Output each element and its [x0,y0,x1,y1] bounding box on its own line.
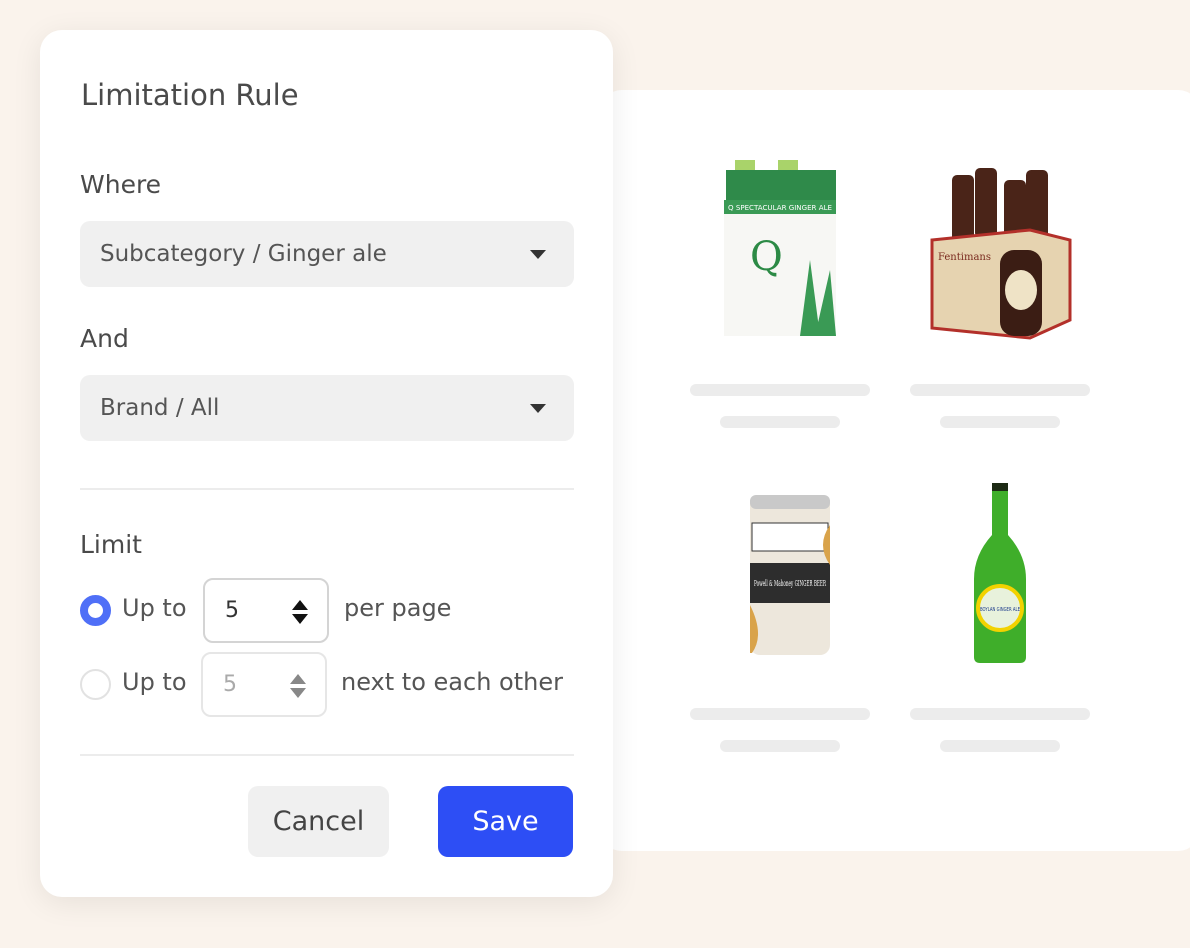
product-image-fentimans: Fentimans [930,168,1072,340]
divider [80,488,574,490]
skeleton-price [720,740,840,752]
svg-text:Q: Q [750,234,783,280]
product-lettering: BOYLAN GINGER ALE [980,607,1020,613]
product-lettering: Fentimans [938,252,991,263]
limitation-rule-dialog: Limitation Rule Where Subcategory / Ging… [40,30,613,897]
skeleton-price [940,740,1060,752]
stepper-arrows-icon[interactable] [289,672,307,700]
product-lettering: Q SPECTACULAR GINGER ALE [728,204,832,212]
divider [80,754,574,756]
option-prefix: Up to [122,668,187,696]
radio-next-to-each-other[interactable] [80,669,111,700]
save-button[interactable]: Save [438,786,573,857]
skeleton-title [690,708,870,720]
cancel-button[interactable]: Cancel [248,786,389,857]
stepper-value: 5 [223,672,237,697]
skeleton-title [690,384,870,396]
stepper-arrows-icon[interactable] [291,598,309,626]
option-suffix: next to each other [341,668,563,696]
product-image-powell-mahoney: Powell & Mahoney GINGER BEER [750,495,830,655]
dialog-title: Limitation Rule [81,78,299,112]
chevron-down-icon [530,250,546,259]
next-to-each-other-stepper[interactable]: 5 [201,652,327,717]
chevron-down-icon [530,404,546,413]
radio-per-page[interactable] [80,595,111,626]
skeleton-title [910,708,1090,720]
where-select[interactable]: Subcategory / Ginger ale [80,221,574,287]
product-lettering: Powell & Mahoney GINGER BEER [754,579,827,588]
option-prefix: Up to [122,594,187,622]
and-select[interactable]: Brand / All [80,375,574,441]
and-label: And [80,324,129,353]
limit-label: Limit [80,530,142,559]
skeleton-title [910,384,1090,396]
option-suffix: per page [344,594,452,622]
product-image-boylan: BOYLAN GINGER ALE [974,483,1026,663]
per-page-stepper[interactable]: 5 [203,578,329,643]
product-grid-card: Q Q SPECTACULAR GINGER ALE Fentimans Pow… [600,90,1190,851]
where-label: Where [80,170,162,199]
where-select-value: Subcategory / Ginger ale [100,241,387,267]
skeleton-price [720,416,840,428]
skeleton-price [940,416,1060,428]
product-image-q-ginger-ale: Q Q SPECTACULAR GINGER ALE [724,160,836,336]
and-select-value: Brand / All [100,395,220,421]
stepper-value: 5 [225,598,239,623]
